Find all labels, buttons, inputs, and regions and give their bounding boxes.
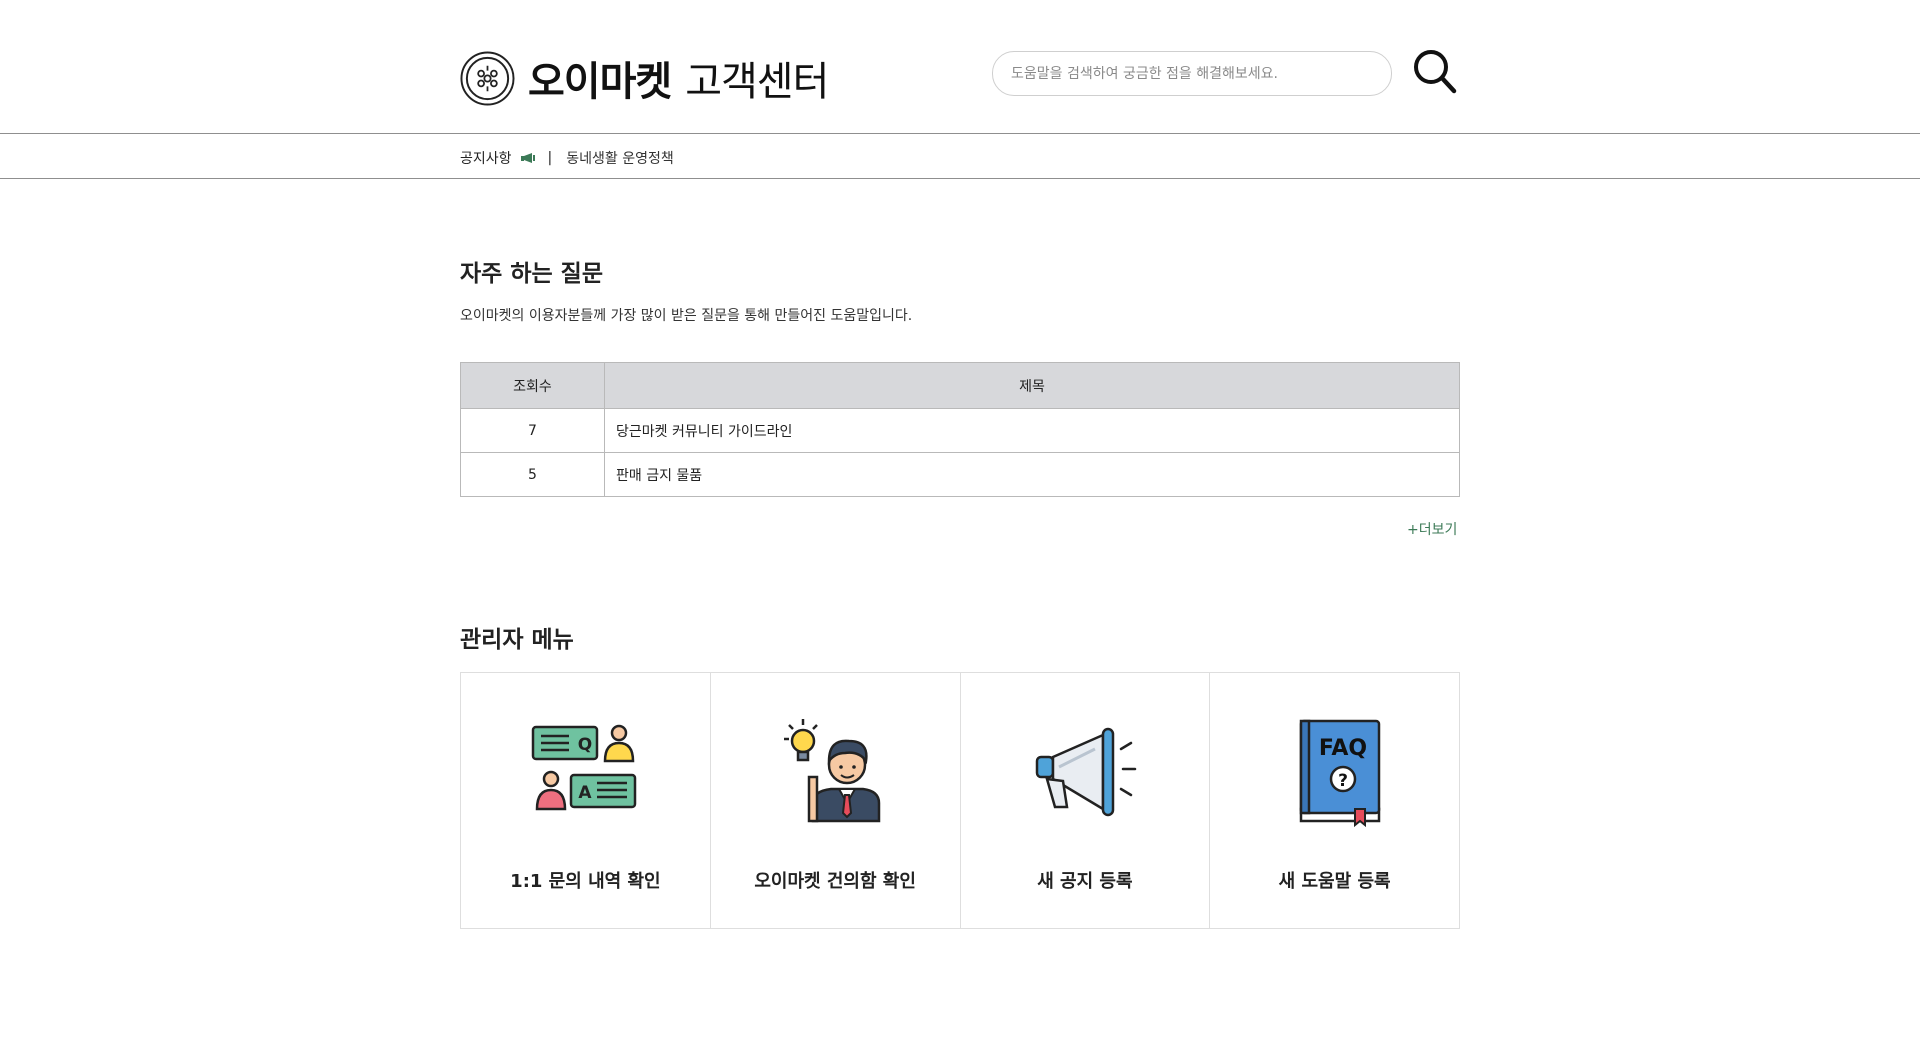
faq-more-link[interactable]: +더보기: [1407, 519, 1457, 539]
column-header-title: 제목: [604, 362, 1460, 409]
admin-title: 관리자 메뉴: [460, 627, 574, 653]
row-title-link[interactable]: 당근마켓 커뮤니티 가이드라인: [604, 408, 1460, 453]
cucumber-logo-icon: [460, 50, 515, 106]
admin-menu-grid: Q A 1:1 문의 내역 확인 오이마켓 건의함 확인 새 공지 등록 FAQ…: [460, 672, 1460, 929]
svg-text:A: A: [579, 783, 593, 803]
brand-subtitle: 고객센터: [685, 59, 829, 105]
brand-name: 오이마켓: [528, 59, 672, 105]
admin-card-label: 새 공지 등록: [1037, 871, 1133, 892]
admin-card-suggestions[interactable]: 오이마켓 건의함 확인: [710, 673, 961, 928]
column-header-views: 조회수: [460, 362, 605, 409]
row-views: 7: [460, 408, 605, 453]
svg-text:FAQ: FAQ: [1319, 736, 1367, 761]
table-row[interactable]: 5 판매 금지 물품: [460, 452, 1460, 497]
row-title-link[interactable]: 판매 금지 물품: [604, 452, 1460, 497]
faq-table: 조회수 제목 7 당근마켓 커뮤니티 가이드라인 5 판매 금지 물품: [460, 362, 1460, 497]
admin-card-inquiries[interactable]: Q A 1:1 문의 내역 확인: [461, 673, 711, 928]
notice-bar: 공지사항 | 동네생활 운영정책: [0, 134, 1920, 179]
site-header: 오이마켓 고객센터: [0, 0, 1920, 134]
faq-description: 오이마켓의 이용자분들께 가장 많이 받은 질문을 통해 만들어진 도움말입니다…: [460, 308, 913, 324]
admin-card-label: 1:1 문의 내역 확인: [510, 871, 661, 892]
table-header-row: 조회수 제목: [460, 362, 1460, 409]
table-row[interactable]: 7 당근마켓 커뮤니티 가이드라인: [460, 408, 1460, 453]
idea-person-icon: [784, 719, 881, 823]
svg-text:Q: Q: [578, 735, 592, 755]
admin-card-label: 새 도움말 등록: [1278, 871, 1391, 892]
admin-card-new-help[interactable]: FAQ ? 새 도움말 등록: [1210, 673, 1459, 928]
help-search-input[interactable]: [992, 51, 1392, 96]
faq-title: 자주 하는 질문: [460, 261, 603, 287]
search-button[interactable]: [1412, 48, 1458, 96]
admin-card-new-notice[interactable]: 새 공지 등록: [960, 673, 1211, 928]
row-views: 5: [460, 452, 605, 497]
search-icon: [1414, 50, 1457, 94]
megaphone-icon: [1035, 727, 1137, 817]
faq-section: 자주 하는 질문 오이마켓의 이용자분들께 가장 많이 받은 질문을 통해 만들…: [460, 254, 1460, 325]
notice-label: 공지사항: [460, 151, 512, 167]
qa-chat-icon: Q A: [532, 724, 637, 811]
notice-link-policy[interactable]: 동네생활 운영정책: [566, 148, 674, 168]
notice-separator: |: [547, 150, 553, 166]
logo-link[interactable]: 오이마켓 고객센터: [460, 49, 829, 107]
faq-book-icon: FAQ ?: [1299, 719, 1380, 828]
svg-text:?: ?: [1338, 771, 1348, 791]
admin-card-label: 오이마켓 건의함 확인: [754, 871, 916, 892]
admin-section: 관리자 메뉴: [460, 620, 574, 654]
megaphone-small-icon: [520, 153, 535, 163]
